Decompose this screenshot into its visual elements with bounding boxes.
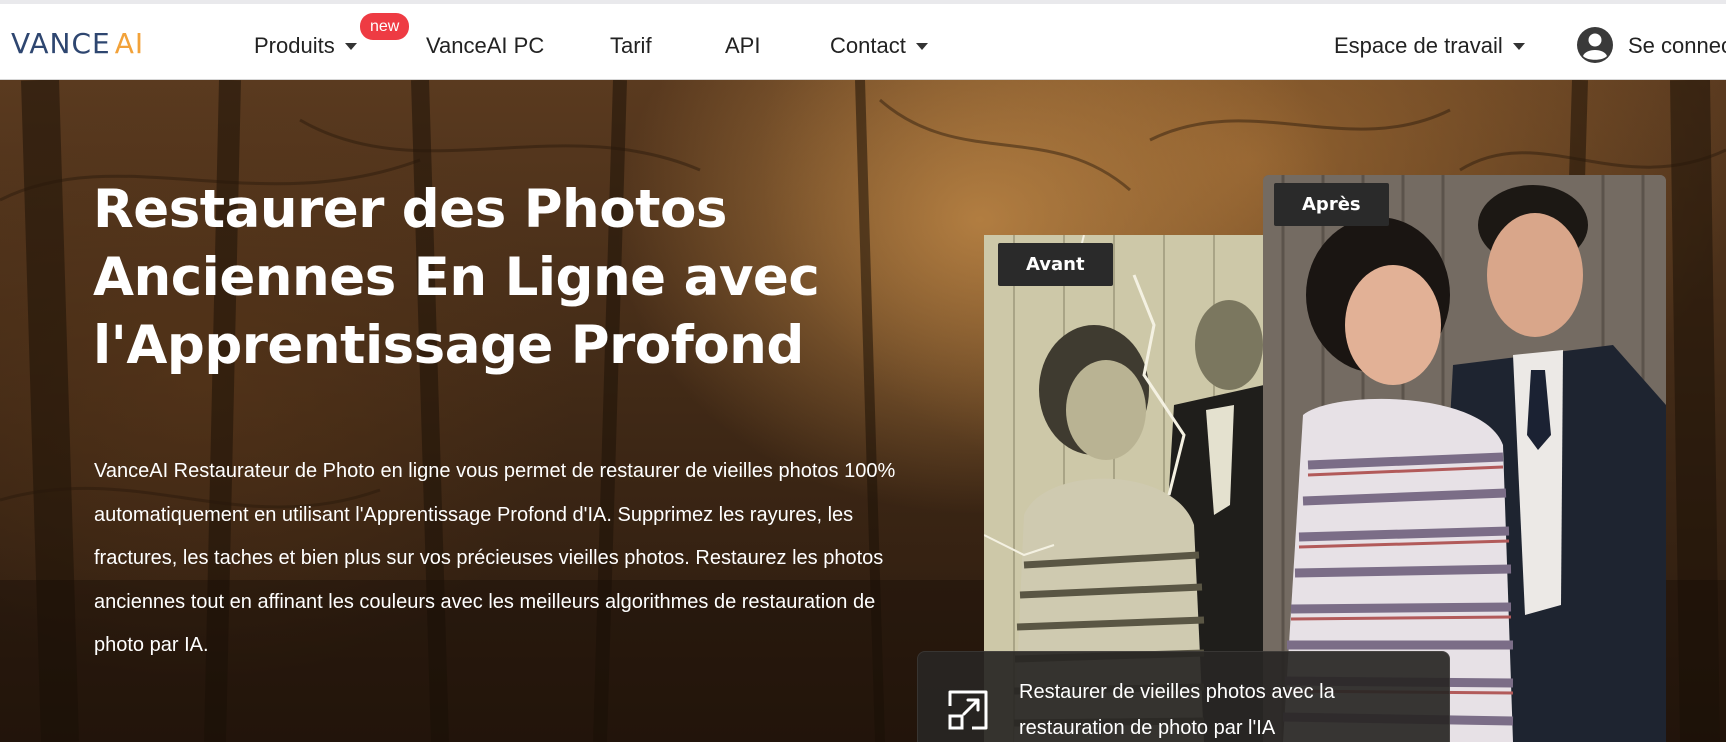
nav-item-api[interactable]: API: [725, 33, 760, 59]
caret-down-icon: [915, 42, 928, 50]
before-label: Avant: [998, 243, 1113, 286]
nav-item-label: API: [725, 33, 761, 58]
nav-item-label: Produits: [254, 33, 335, 58]
nav-item-workspace[interactable]: Espace de travail: [1334, 33, 1525, 59]
nav-item-vanceai-pc[interactable]: VanceAI PC: [426, 33, 544, 59]
top-navigation-bar: VANCE AI Produits new VanceAI PC Tarif A…: [0, 0, 1726, 80]
logo-text-ai: AI: [114, 27, 145, 60]
vanceai-logo[interactable]: VANCE AI: [11, 26, 144, 60]
nav-item-produits[interactable]: Produits: [254, 33, 357, 59]
info-card[interactable]: Restaurer de vieilles photos avec la res…: [917, 651, 1450, 742]
nav-item-label: Contact: [830, 33, 906, 58]
nav-item-contact[interactable]: Contact: [830, 33, 928, 59]
nav-item-tarif[interactable]: Tarif: [610, 33, 652, 59]
hero-title: Restaurer des Photos Anciennes En Ligne …: [93, 179, 820, 376]
caret-down-icon: [344, 42, 357, 50]
nav-item-label: VanceAI PC: [426, 33, 545, 58]
signin-link[interactable]: Se connec: [1628, 33, 1726, 59]
hero-description: VanceAI Restaurateur de Photo en ligne v…: [94, 460, 896, 656]
nav-item-label: Espace de travail: [1334, 33, 1503, 58]
hero-section: Restaurer des Photos Anciennes En Ligne …: [0, 80, 1726, 742]
caret-down-icon: [1512, 42, 1525, 50]
expand-arrow-icon: [948, 690, 988, 730]
new-badge: new: [360, 13, 410, 40]
logo-text-vance: VANCE: [11, 27, 111, 60]
info-card-text: Restaurer de vieilles photos avec la res…: [1019, 681, 1335, 739]
nav-item-label: Tarif: [610, 33, 652, 58]
after-label: Après: [1274, 183, 1389, 226]
user-circle-icon[interactable]: [1576, 26, 1614, 64]
